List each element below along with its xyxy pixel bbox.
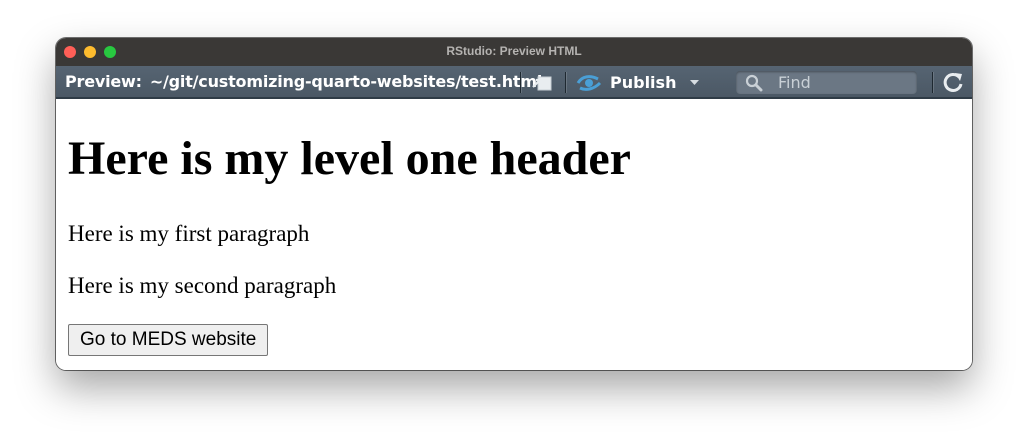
- refresh-icon[interactable]: [942, 71, 964, 93]
- find-box[interactable]: [736, 71, 917, 94]
- toolbar-divider: [565, 72, 566, 93]
- second-paragraph: Here is my second paragraph: [68, 273, 337, 298]
- publish-button[interactable]: Publish: [576, 70, 700, 95]
- publish-icon: [576, 74, 602, 91]
- find-input[interactable]: [778, 73, 908, 92]
- file-path: ~/git/customizing-quarto-websites/test.h…: [149, 72, 543, 91]
- preview-toolbar: Preview: ~/git/customizing-quarto-website…: [56, 66, 972, 99]
- preview-path-label: Preview: ~/git/customizing-quarto-website…: [65, 72, 542, 91]
- publish-label: Publish: [610, 73, 677, 92]
- toolbar-divider: [520, 72, 521, 93]
- window-title: RStudio: Preview HTML: [446, 44, 582, 58]
- popout-icon[interactable]: [531, 73, 553, 93]
- caret-down-icon[interactable]: [690, 79, 700, 86]
- title-bar[interactable]: RStudio: Preview HTML: [56, 38, 972, 66]
- toolbar-divider: [932, 72, 933, 93]
- first-paragraph: Here is my first paragraph: [68, 221, 310, 246]
- meds-website-button[interactable]: Go to MEDS website: [68, 324, 269, 356]
- level-one-header: Here is my level one header: [68, 132, 631, 185]
- search-icon: [745, 74, 763, 92]
- preview-label: Preview:: [65, 72, 142, 91]
- rstudio-preview-window: RStudio: Preview HTML Preview: ~/git/cust…: [56, 38, 972, 370]
